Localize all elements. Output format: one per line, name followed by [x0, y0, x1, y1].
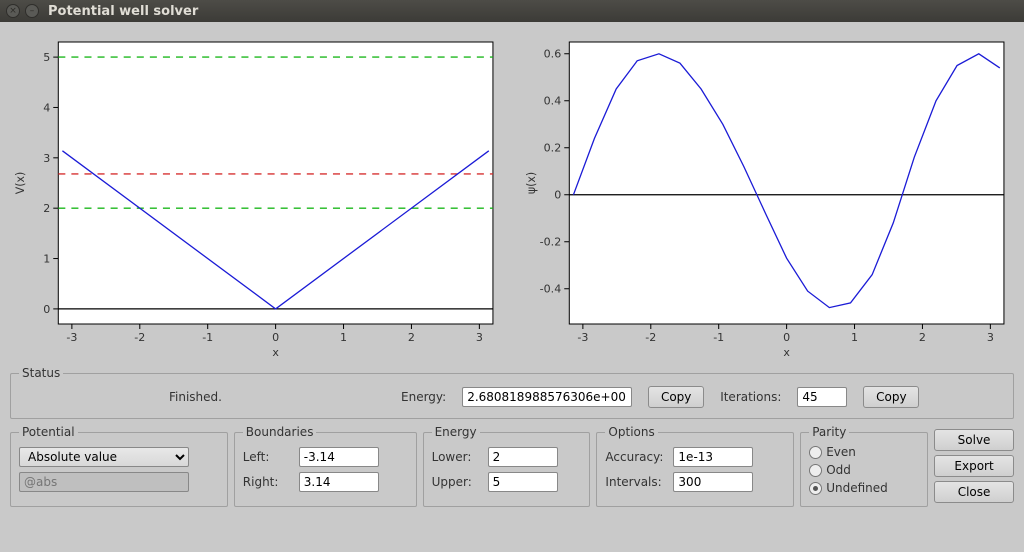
- parity-legend: Parity: [809, 425, 849, 439]
- svg-text:0.2: 0.2: [544, 142, 562, 155]
- svg-text:ψ(x): ψ(x): [525, 172, 538, 194]
- energy-lower-input[interactable]: [488, 447, 558, 467]
- svg-text:3: 3: [476, 331, 483, 344]
- svg-text:3: 3: [987, 331, 994, 344]
- solve-button[interactable]: Solve: [934, 429, 1014, 451]
- wavefunction-chart: -3 -2 -1 0 1 2 3 -0.4 -0.2 0 0.2 0.4 0.6 x ψ(x): [521, 30, 1014, 360]
- potential-chart: -3 -2 -1 0 1 2 3 0 1 2 3 4 5 x V(x): [10, 30, 503, 360]
- svg-text:1: 1: [851, 331, 858, 344]
- svg-text:0: 0: [554, 189, 561, 202]
- svg-text:0.4: 0.4: [544, 95, 562, 108]
- left-boundary-input[interactable]: [299, 447, 379, 467]
- svg-text:-0.4: -0.4: [540, 283, 562, 296]
- titlebar: × – Potential well solver: [0, 0, 1024, 22]
- svg-text:0: 0: [783, 331, 790, 344]
- svg-text:-0.2: -0.2: [540, 236, 562, 249]
- energy-legend: Energy: [432, 425, 480, 439]
- svg-text:0.6: 0.6: [544, 48, 562, 61]
- potential-group: Potential Absolute value: [10, 425, 228, 507]
- status-message: Finished.: [169, 390, 249, 404]
- svg-text:1: 1: [43, 253, 50, 266]
- svg-text:-3: -3: [577, 331, 588, 344]
- left-boundary-label: Left:: [243, 450, 293, 464]
- action-buttons: Solve Export Close: [934, 425, 1014, 507]
- energy-group: Energy Lower: Upper:: [423, 425, 591, 507]
- options-group: Options Accuracy: Intervals:: [596, 425, 794, 507]
- intervals-input[interactable]: [673, 472, 753, 492]
- right-boundary-input[interactable]: [299, 472, 379, 492]
- accuracy-label: Accuracy:: [605, 450, 667, 464]
- iterations-label: Iterations:: [720, 390, 781, 404]
- svg-text:-1: -1: [202, 331, 213, 344]
- svg-text:1: 1: [340, 331, 347, 344]
- window-title: Potential well solver: [48, 4, 198, 19]
- intervals-label: Intervals:: [605, 475, 667, 489]
- status-group: Status Finished. Energy: Copy Iterations…: [10, 366, 1014, 419]
- svg-text:-1: -1: [713, 331, 724, 344]
- energy-lower-label: Lower:: [432, 450, 482, 464]
- potential-select[interactable]: Absolute value: [19, 447, 189, 467]
- svg-text:3: 3: [43, 152, 50, 165]
- copy-energy-button[interactable]: Copy: [648, 386, 704, 408]
- svg-text:-2: -2: [645, 331, 656, 344]
- export-button[interactable]: Export: [934, 455, 1014, 477]
- minimize-window-icon[interactable]: –: [25, 4, 39, 18]
- copy-iterations-button[interactable]: Copy: [863, 386, 919, 408]
- status-legend: Status: [19, 366, 63, 380]
- close-window-icon[interactable]: ×: [6, 4, 20, 18]
- svg-text:-3: -3: [66, 331, 77, 344]
- svg-text:V(x): V(x): [14, 172, 27, 195]
- potential-expression-input: [19, 472, 189, 492]
- parity-even-radio[interactable]: Even: [809, 443, 919, 461]
- right-boundary-label: Right:: [243, 475, 293, 489]
- svg-text:2: 2: [919, 331, 926, 344]
- window-body: -3 -2 -1 0 1 2 3 0 1 2 3 4 5 x V(x) -3 -2 -1 0 1 2 3 -0.4 -0.2…: [0, 22, 1024, 552]
- svg-text:5: 5: [43, 51, 50, 64]
- options-legend: Options: [605, 425, 657, 439]
- svg-text:-2: -2: [134, 331, 145, 344]
- energy-label: Energy:: [401, 390, 446, 404]
- svg-text:0: 0: [272, 331, 279, 344]
- boundaries-legend: Boundaries: [243, 425, 317, 439]
- energy-upper-input[interactable]: [488, 472, 558, 492]
- svg-text:2: 2: [43, 202, 50, 215]
- svg-text:x: x: [272, 346, 279, 359]
- close-button[interactable]: Close: [934, 481, 1014, 503]
- svg-text:x: x: [783, 346, 790, 359]
- accuracy-input[interactable]: [673, 447, 753, 467]
- parity-undefined-radio[interactable]: Undefined: [809, 479, 919, 497]
- svg-text:0: 0: [43, 303, 50, 316]
- svg-text:2: 2: [408, 331, 415, 344]
- boundaries-group: Boundaries Left: Right:: [234, 425, 417, 507]
- svg-text:4: 4: [43, 101, 50, 114]
- potential-legend: Potential: [19, 425, 78, 439]
- energy-output[interactable]: [462, 387, 632, 407]
- parity-odd-radio[interactable]: Odd: [809, 461, 919, 479]
- parity-group: Parity Even Odd Undefined: [800, 425, 928, 507]
- energy-upper-label: Upper:: [432, 475, 482, 489]
- iterations-output[interactable]: [797, 387, 847, 407]
